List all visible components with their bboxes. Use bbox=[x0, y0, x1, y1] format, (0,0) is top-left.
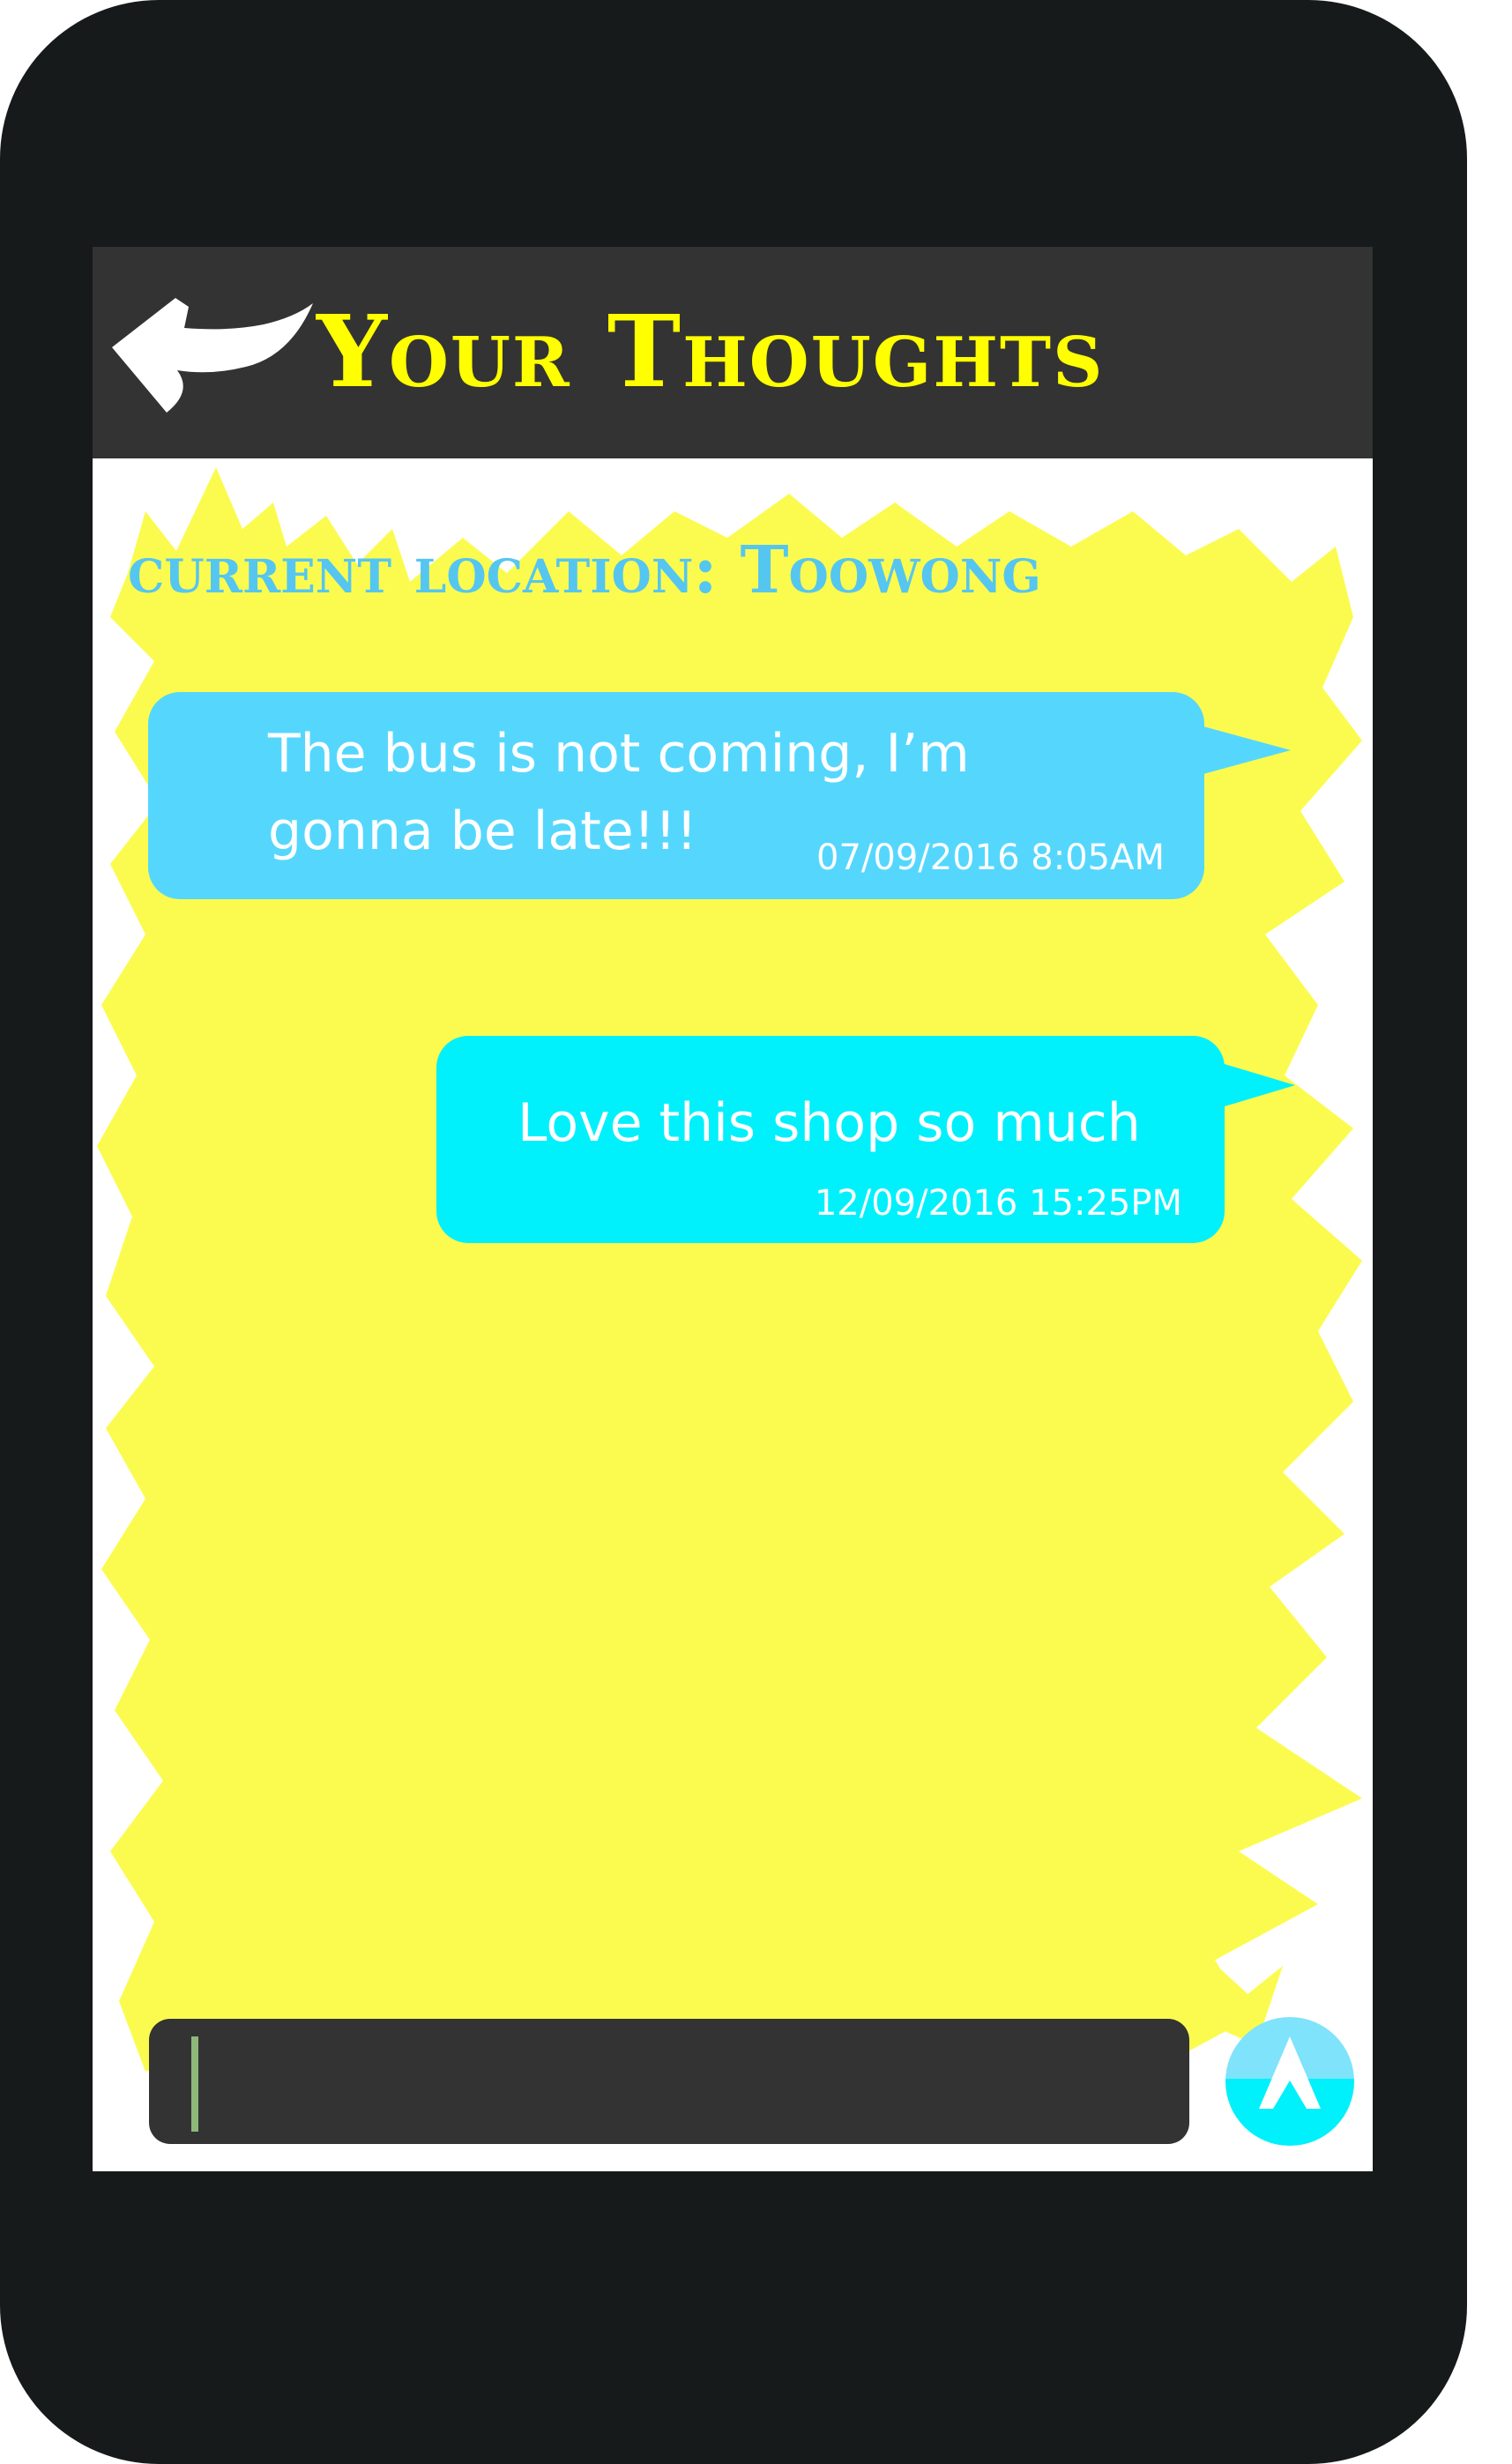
send-button[interactable] bbox=[1225, 2017, 1354, 2146]
app-header: Your Thoughts bbox=[93, 247, 1373, 458]
message-bubble[interactable]: Love this shop so much 12/09/2016 15:25P… bbox=[436, 1036, 1295, 1243]
message-timestamp: 12/09/2016 15:25PM bbox=[814, 1183, 1182, 1224]
app-screen: Your Thoughts current location: Toowong … bbox=[93, 247, 1373, 2171]
text-cursor bbox=[191, 2036, 198, 2132]
phone-frame: Your Thoughts current location: Toowong … bbox=[0, 0, 1467, 2464]
back-arrow-icon[interactable] bbox=[105, 286, 317, 418]
bubble-tail bbox=[1194, 724, 1291, 777]
message-input[interactable] bbox=[149, 2019, 1189, 2144]
message-text: Love this shop so much bbox=[518, 1092, 1141, 1154]
current-location-label: current location: Toowong bbox=[128, 532, 1041, 608]
page-title: Your Thoughts bbox=[317, 294, 1105, 410]
message-timestamp: 07/09/2016 8:05AM bbox=[816, 837, 1165, 878]
message-bubble[interactable]: The bus is not coming, I’m gonna be late… bbox=[148, 692, 1291, 899]
